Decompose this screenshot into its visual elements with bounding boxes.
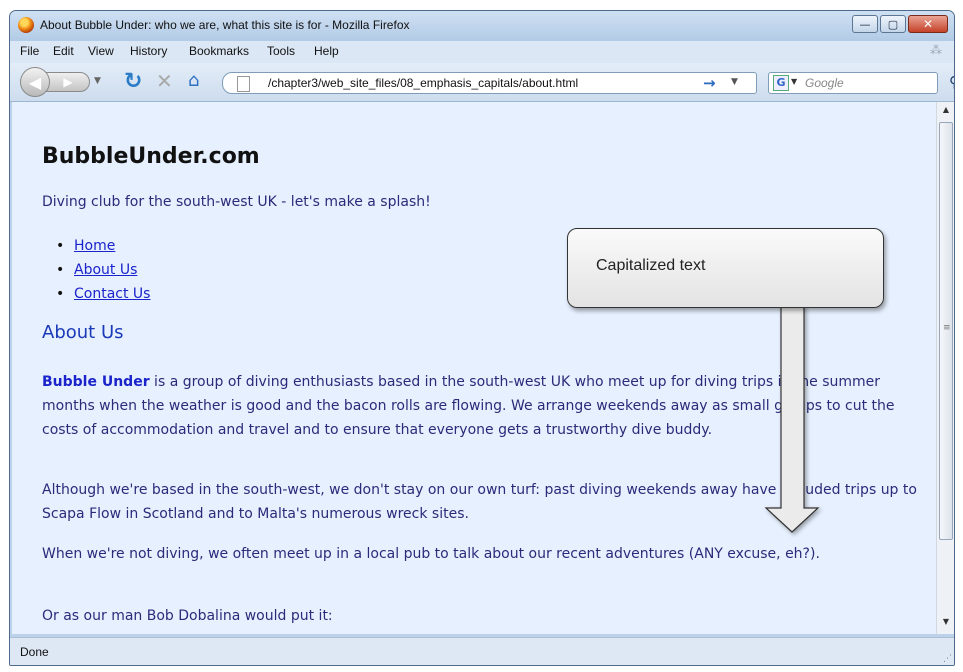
firefox-icon <box>18 17 34 33</box>
vertical-scrollbar[interactable]: ▲ ≡ ▼ <box>936 102 954 634</box>
minimize-icon: — <box>859 17 871 31</box>
url-input[interactable]: /chapter3/web_site_files/08_emphasis_cap… <box>268 76 578 90</box>
throbber-icon: ⁂ <box>930 43 942 57</box>
navigation-toolbar: ▶ ◀ ▼ ↻ ✕ ⌂ /chapter3/web_site_files/08_… <box>10 63 954 102</box>
back-icon: ◀ <box>28 72 42 92</box>
menu-tools[interactable]: Tools <box>267 44 295 58</box>
back-button[interactable]: ◀ <box>20 67 50 97</box>
menu-history[interactable]: History <box>130 44 167 58</box>
browser-window: About Bubble Under: who we are, what thi… <box>9 10 955 666</box>
go-arrow-icon[interactable]: → <box>703 74 716 92</box>
home-icon[interactable]: ⌂ <box>188 70 199 91</box>
engine-dropdown-icon[interactable]: ▼ <box>791 77 797 86</box>
search-icon[interactable]: ⚲ <box>949 73 954 91</box>
menu-bar: File Edit View History Bookmarks Tools H… <box>10 41 954 63</box>
scroll-up-icon[interactable]: ▲ <box>937 105 954 119</box>
title-bar: About Bubble Under: who we are, what thi… <box>10 11 954 41</box>
callout-box: Capitalized text <box>567 228 884 308</box>
search-input[interactable]: Google <box>805 76 844 90</box>
close-icon: ✕ <box>922 17 934 31</box>
google-engine-icon[interactable]: G <box>773 75 789 91</box>
minimize-button[interactable]: — <box>852 15 878 33</box>
menu-help[interactable]: Help <box>314 44 339 58</box>
callout-arrow <box>764 305 820 533</box>
search-bar[interactable]: G ▼ Google ⚲ <box>768 72 954 94</box>
menu-view[interactable]: View <box>88 44 114 58</box>
window-controls: — ▢ ✕ <box>850 15 948 33</box>
scroll-down-icon[interactable]: ▼ <box>937 617 954 631</box>
stop-icon[interactable]: ✕ <box>156 69 173 93</box>
page-content: BubbleUnder.com Diving club for the sout… <box>12 102 936 634</box>
window-title: About Bubble Under: who we are, what thi… <box>40 18 410 32</box>
forward-button[interactable]: ▶ <box>46 72 90 92</box>
page-icon <box>237 76 250 92</box>
history-dropdown-icon[interactable]: ▼ <box>94 76 106 88</box>
resize-grip-icon[interactable]: ⋰ <box>943 654 952 664</box>
close-button[interactable]: ✕ <box>908 15 948 33</box>
callout-text: Capitalized text <box>596 257 706 274</box>
reload-icon[interactable]: ↻ <box>124 69 142 94</box>
menu-bookmarks[interactable]: Bookmarks <box>189 44 249 58</box>
maximize-icon: ▢ <box>887 17 899 31</box>
menu-edit[interactable]: Edit <box>53 44 74 58</box>
scrollbar-thumb[interactable]: ≡ <box>939 122 953 540</box>
url-dropdown-icon[interactable]: ▼ <box>731 77 738 87</box>
maximize-button[interactable]: ▢ <box>880 15 906 33</box>
back-forward-group: ▶ ◀ ▼ <box>20 67 106 97</box>
status-bar: Done ⋰ <box>10 637 954 665</box>
menu-file[interactable]: File <box>20 44 39 58</box>
callout-arrow-shape <box>764 305 820 533</box>
forward-icon: ▶ <box>63 75 73 89</box>
grip-icon: ≡ <box>943 323 951 333</box>
address-bar[interactable]: /chapter3/web_site_files/08_emphasis_cap… <box>222 72 757 94</box>
status-text: Done <box>20 645 49 659</box>
